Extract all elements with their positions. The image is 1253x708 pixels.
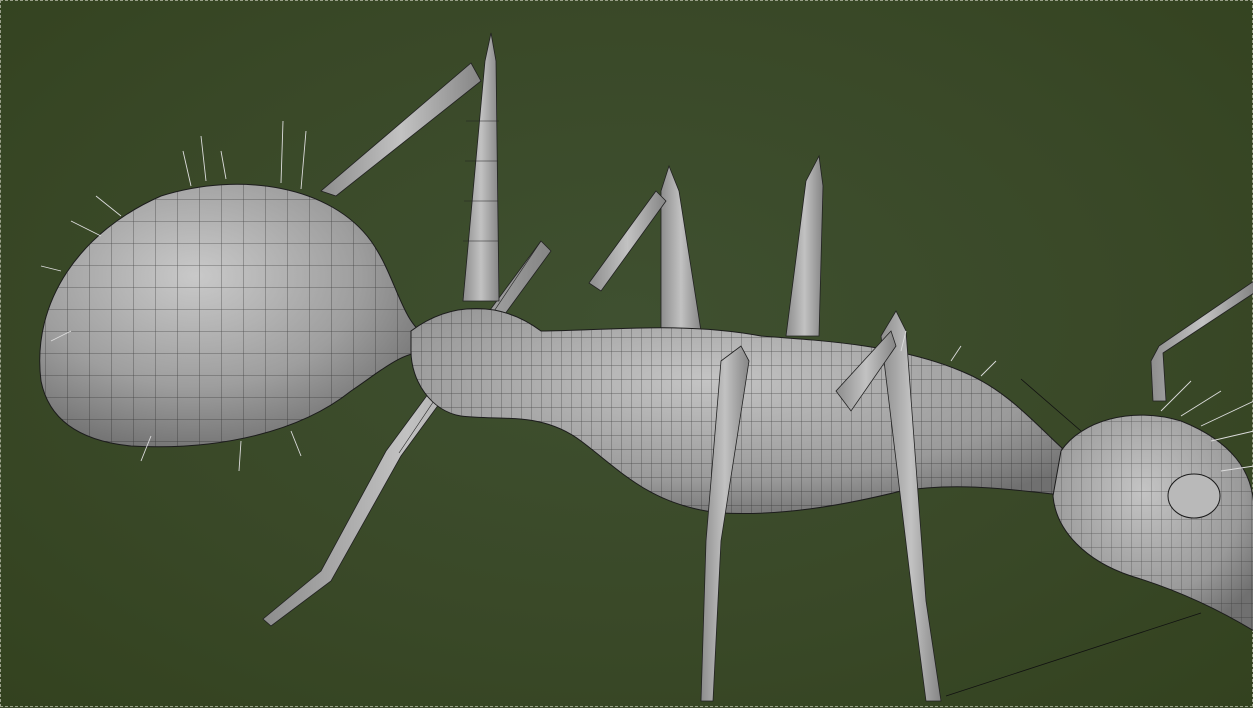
ant-eye xyxy=(1167,473,1221,519)
3d-viewport[interactable] xyxy=(0,0,1253,707)
ant-head xyxy=(1052,281,1253,631)
guide-line xyxy=(945,612,1202,697)
leg-mid xyxy=(588,154,824,337)
ant-abdomen xyxy=(39,183,432,448)
ant-antenna xyxy=(1150,281,1253,402)
ant-wireframe-model[interactable] xyxy=(1,1,1253,708)
